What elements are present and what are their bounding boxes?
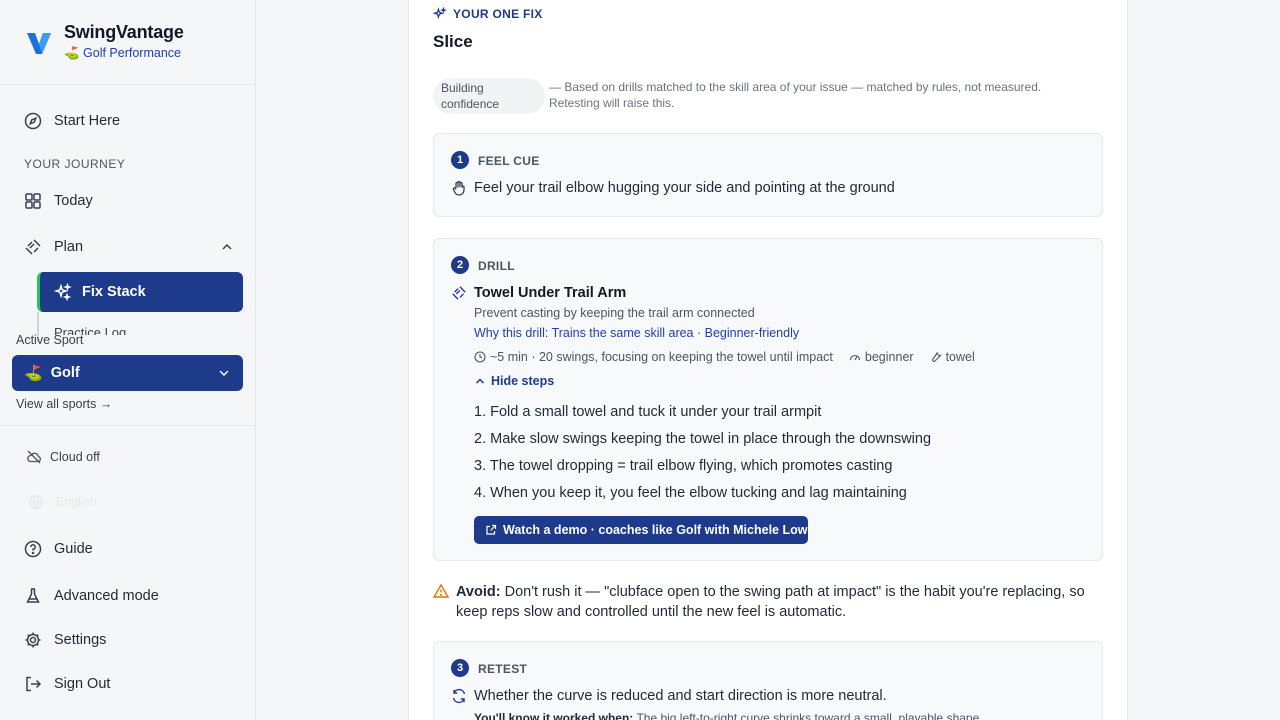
- drill-meta: ~5 min · 20 swings, focusing on keeping …: [474, 350, 975, 364]
- drill-steps: 1. Fold a small towel and tuck it under …: [474, 403, 931, 511]
- drill-title: Towel Under Trail Arm: [474, 285, 627, 301]
- nav-plan[interactable]: Plan: [24, 235, 83, 259]
- nav-fix-stack-label: Fix Stack: [82, 284, 146, 300]
- nav-start-here-label: Start Here: [54, 113, 121, 129]
- step-label: RETEST: [478, 662, 528, 676]
- watch-demo-label: Watch a demo · coaches like Golf with Mi…: [503, 523, 808, 537]
- language-select[interactable]: English: [28, 494, 97, 510]
- view-all-sports-link[interactable]: View all sports →: [16, 397, 112, 411]
- sparkles-icon: [54, 283, 72, 301]
- cloud-off-icon: [27, 450, 41, 464]
- gear-icon: [25, 632, 41, 648]
- step-label: DRILL: [478, 259, 515, 273]
- nav-fix-stack[interactable]: Fix Stack: [37, 272, 243, 312]
- nav-today-label: Today: [54, 193, 93, 209]
- retest-text: Whether the curve is reduced and start d…: [474, 688, 887, 704]
- nav-settings-label: Settings: [54, 632, 107, 648]
- avoid-text: Avoid: Don't rush it — "clubface open to…: [456, 584, 1085, 620]
- chevron-down-icon: [219, 370, 229, 377]
- brand-title: SwingVantage: [64, 22, 184, 42]
- warning-icon: [433, 583, 449, 598]
- confidence-badge: Building confidence: [433, 78, 545, 114]
- nav-advanced-label: Advanced mode: [54, 588, 159, 604]
- step-number: 2: [451, 256, 469, 274]
- dumbbell-icon: [25, 239, 41, 255]
- fix-eyebrow-label: YOUR ONE FIX: [453, 7, 543, 21]
- chevron-up-icon: [475, 378, 485, 384]
- drill-level: beginner: [864, 350, 914, 364]
- refresh-icon: [452, 688, 466, 704]
- brand[interactable]: SwingVantage ⛳ Golf Performance: [24, 22, 184, 66]
- grid-icon: [25, 193, 41, 209]
- fix-eyebrow: YOUR ONE FIX: [433, 7, 543, 21]
- divider: [0, 425, 256, 426]
- hide-steps-label: Hide steps: [491, 374, 555, 388]
- feel-cue-section: 1 FEEL CUE Feel your trail elbow hugging…: [433, 133, 1103, 217]
- confidence-note: — Based on drills matched to the skill a…: [549, 80, 1042, 110]
- chevron-up-icon[interactable]: [220, 240, 234, 254]
- sport-value: Golf: [50, 365, 80, 381]
- cloud-status-label: Cloud off: [50, 450, 100, 464]
- nav-sign-out[interactable]: Sign Out: [24, 672, 110, 696]
- divider: [0, 84, 256, 85]
- nav-guide[interactable]: Guide: [24, 537, 93, 561]
- list-item: 3. The towel dropping = trail elbow flyi…: [474, 458, 893, 474]
- list-item: 1. Fold a small towel and tuck it under …: [474, 404, 822, 420]
- gauge-icon: [849, 354, 860, 361]
- retest-success: You'll know it worked when: The big left…: [474, 711, 983, 720]
- nav-settings[interactable]: Settings: [24, 628, 106, 652]
- watch-demo-button[interactable]: Watch a demo · coaches like Golf with Mi…: [474, 516, 808, 544]
- feel-cue-text: Feel your trail elbow hugging your side …: [474, 180, 895, 196]
- drill-description: Prevent casting by keeping the trail arm…: [474, 306, 755, 320]
- nav-sign-out-label: Sign Out: [54, 676, 111, 692]
- drill-duration: ~5 min · 20 swings, focusing on keeping …: [490, 350, 833, 364]
- external-link-icon: [486, 524, 497, 535]
- clock-icon: [474, 351, 486, 363]
- step-number: 1: [451, 151, 469, 169]
- language-label: English: [56, 495, 97, 509]
- dumbbell-icon: [452, 286, 466, 300]
- issue-title: Slice: [433, 32, 473, 51]
- cloud-status[interactable]: Cloud off: [26, 449, 100, 465]
- nav-today[interactable]: Today: [24, 189, 93, 213]
- drill-section: 2 DRILL Towel Under Trail Arm Prevent ca…: [433, 238, 1103, 561]
- wrench-icon: [931, 352, 942, 362]
- sport-select[interactable]: ⛳ Golf: [12, 355, 243, 391]
- nav-start-here[interactable]: Start Here: [24, 109, 120, 133]
- active-sport-label: Active Sport: [16, 333, 84, 347]
- step-label: FEEL CUE: [478, 154, 540, 168]
- list-item: 4. When you keep it, you feel the elbow …: [474, 485, 907, 501]
- flask-icon: [26, 588, 40, 603]
- nav-advanced-mode[interactable]: Advanced mode: [24, 584, 159, 608]
- step-number: 3: [451, 659, 469, 677]
- list-item: 2. Make slow swings keeping the towel in…: [474, 431, 932, 447]
- brand-subtitle: ⛳ Golf Performance: [64, 46, 181, 60]
- globe-icon: [28, 494, 44, 510]
- brand-logo-icon: [27, 33, 51, 54]
- hide-steps-toggle[interactable]: Hide steps: [474, 374, 554, 388]
- hand-icon: [452, 180, 465, 196]
- sidebar: SwingVantage ⛳ Golf Performance Start He…: [0, 0, 256, 720]
- nav-plan-label: Plan: [54, 239, 84, 255]
- fix-card: YOUR ONE FIX Slice Building confidence —…: [408, 0, 1128, 720]
- retest-section: 3 RETEST Whether the curve is reduced an…: [433, 641, 1103, 720]
- journey-heading: YOUR JOURNEY: [24, 157, 126, 171]
- drill-why: Why this drill: Trains the same skill ar…: [474, 326, 800, 340]
- nav-guide-label: Guide: [54, 541, 93, 557]
- sparkles-icon: [433, 7, 447, 20]
- compass-icon: [24, 112, 42, 130]
- drill-equipment: towel: [945, 350, 975, 364]
- logout-icon: [26, 676, 42, 692]
- golf-flag-icon: ⛳: [24, 365, 43, 382]
- help-circle-icon: [24, 540, 42, 558]
